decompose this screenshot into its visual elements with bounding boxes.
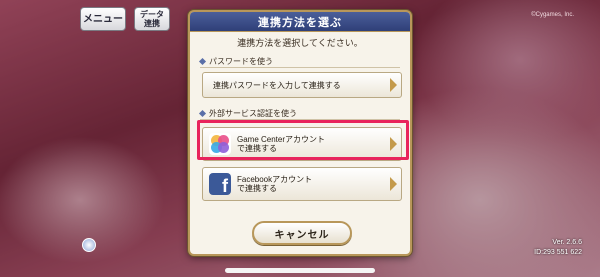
user-id-label: ID:293 551 622 <box>534 249 582 256</box>
game-logo-icon <box>82 238 96 252</box>
version-label: Ver. 2.6.6 <box>552 239 582 246</box>
password-link-button[interactable]: 連携パスワードを入力して連携する <box>202 72 402 98</box>
cancel-button-label: キャンセル <box>274 229 330 241</box>
facebook-icon: f <box>209 173 231 195</box>
dialog-instruction: 連携方法を選択してください。 <box>237 38 363 48</box>
facebook-label-line2: で連携する <box>237 184 277 193</box>
menu-button[interactable]: メニュー <box>80 7 126 31</box>
chevron-right-icon <box>390 177 397 191</box>
version-info: Ver. 2.6.6 ID:293 551 622 <box>534 238 582 258</box>
chevron-right-icon <box>390 78 397 92</box>
game-center-highlight-frame <box>197 120 409 160</box>
dialog-header: 連携方法を選ぶ <box>190 12 410 32</box>
diamond-bullet-icon <box>198 57 207 66</box>
section-divider <box>200 67 400 68</box>
data-link-button[interactable]: データ 連携 <box>134 7 170 31</box>
facebook-label-line1: Facebookアカウント <box>237 175 313 184</box>
facebook-label: Facebookアカウント で連携する <box>237 175 312 193</box>
copyright-text: ©Cygames, Inc. <box>531 12 574 18</box>
password-section-heading: パスワードを使う <box>198 56 273 67</box>
cancel-button[interactable]: キャンセル <box>252 221 352 245</box>
password-link-label: 連携パスワードを入力して連携する <box>213 80 341 90</box>
password-section-label: パスワードを使う <box>209 57 273 66</box>
data-link-label-line1: データ <box>140 10 164 19</box>
data-link-label-line2: 連携 <box>144 19 160 28</box>
dialog-title: 連携方法を選ぶ <box>258 16 342 29</box>
facebook-icon-glyph: f <box>222 176 228 196</box>
home-indicator[interactable] <box>225 268 375 273</box>
menu-button-label: メニュー <box>83 13 123 25</box>
diamond-bullet-icon <box>198 109 207 118</box>
facebook-link-button[interactable]: f Facebookアカウント で連携する <box>202 167 402 201</box>
external-section-heading: 外部サービス認証を使う <box>198 108 297 119</box>
external-section-label: 外部サービス認証を使う <box>209 109 297 118</box>
